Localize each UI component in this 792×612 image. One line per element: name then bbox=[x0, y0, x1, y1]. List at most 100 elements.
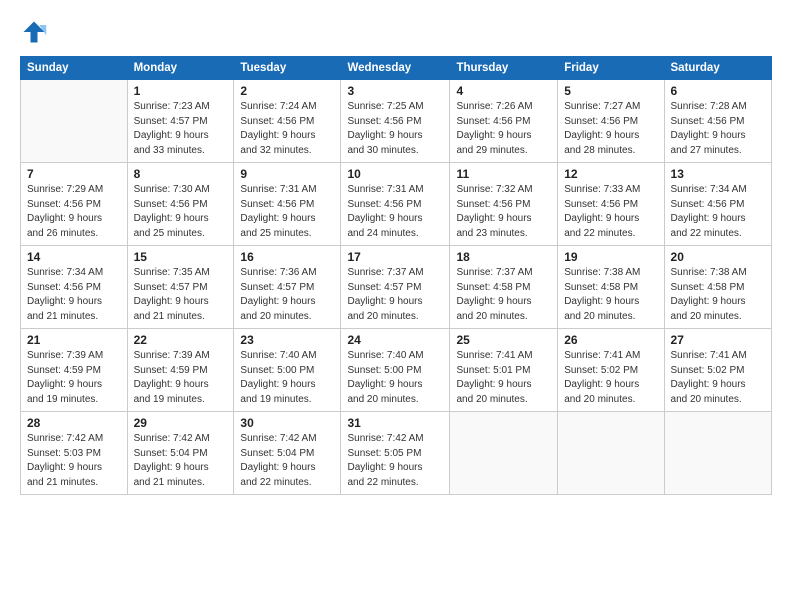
week-row-3: 14Sunrise: 7:34 AM Sunset: 4:56 PM Dayli… bbox=[21, 246, 772, 329]
day-number: 11 bbox=[456, 167, 551, 181]
calendar-cell bbox=[450, 412, 558, 495]
calendar-cell: 21 Sunrise: 7:39 AM Sunset: 4:59 PM Dayli… bbox=[21, 329, 128, 412]
day-info: Sunrise: 7:39 AM Sunset: 4:59 PM Dayligh… bbox=[27, 349, 121, 407]
calendar-table: SundayMondayTuesdayWednesdayThursdayFrid… bbox=[20, 56, 772, 495]
calendar-cell: 12 Sunrise: 7:33 AM Sunset: 4:56 PM Dayli… bbox=[558, 163, 664, 246]
day-info: Sunrise: 7:40 AM Sunset: 5:00 PM Dayligh… bbox=[240, 349, 334, 407]
day-number: 6 bbox=[671, 84, 765, 98]
day-info: Sunrise: 7:42 AM Sunset: 5:03 PM Dayligh… bbox=[27, 432, 121, 490]
day-info: Sunrise: 7:40 AM Sunset: 5:00 PM Dayligh… bbox=[347, 349, 443, 407]
day-number: 25 bbox=[456, 333, 551, 347]
calendar-cell: 18 Sunrise: 7:37 AM Sunset: 4:58 PM Dayli… bbox=[450, 246, 558, 329]
week-row-1: 1Sunrise: 7:23 AM Sunset: 4:57 PM Daylig… bbox=[21, 80, 772, 163]
day-number: 5 bbox=[564, 84, 657, 98]
day-number: 20 bbox=[671, 250, 765, 264]
col-header-wednesday: Wednesday bbox=[341, 57, 450, 80]
calendar-cell: 14Sunrise: 7:34 AM Sunset: 4:56 PM Dayli… bbox=[21, 246, 128, 329]
week-row-2: 7 Sunrise: 7:29 AM Sunset: 4:56 PM Daylig… bbox=[21, 163, 772, 246]
day-number: 17 bbox=[347, 250, 443, 264]
day-number: 21 bbox=[27, 333, 121, 347]
day-info: Sunrise: 7:42 AM Sunset: 5:04 PM Dayligh… bbox=[240, 432, 334, 490]
day-info: Sunrise: 7:23 AM Sunset: 4:57 PM Dayligh… bbox=[134, 100, 228, 158]
logo bbox=[20, 18, 52, 46]
calendar-cell: 6 Sunrise: 7:28 AM Sunset: 4:56 PM Daylig… bbox=[664, 80, 771, 163]
calendar-cell: 20 Sunrise: 7:38 AM Sunset: 4:58 PM Dayli… bbox=[664, 246, 771, 329]
day-number: 10 bbox=[347, 167, 443, 181]
page: SundayMondayTuesdayWednesdayThursdayFrid… bbox=[0, 0, 792, 612]
day-info: Sunrise: 7:26 AM Sunset: 4:56 PM Dayligh… bbox=[456, 100, 551, 158]
calendar-cell bbox=[664, 412, 771, 495]
day-info: Sunrise: 7:41 AM Sunset: 5:01 PM Dayligh… bbox=[456, 349, 551, 407]
day-info: Sunrise: 7:27 AM Sunset: 4:56 PM Dayligh… bbox=[564, 100, 657, 158]
col-header-thursday: Thursday bbox=[450, 57, 558, 80]
day-number: 26 bbox=[564, 333, 657, 347]
calendar-cell: 27 Sunrise: 7:41 AM Sunset: 5:02 PM Dayli… bbox=[664, 329, 771, 412]
calendar-cell: 1Sunrise: 7:23 AM Sunset: 4:57 PM Daylig… bbox=[127, 80, 234, 163]
day-info: Sunrise: 7:42 AM Sunset: 5:04 PM Dayligh… bbox=[134, 432, 228, 490]
calendar-cell: 5 Sunrise: 7:27 AM Sunset: 4:56 PM Daylig… bbox=[558, 80, 664, 163]
calendar-cell: 7 Sunrise: 7:29 AM Sunset: 4:56 PM Daylig… bbox=[21, 163, 128, 246]
day-number: 14 bbox=[27, 250, 121, 264]
day-info: Sunrise: 7:33 AM Sunset: 4:56 PM Dayligh… bbox=[564, 183, 657, 241]
day-info: Sunrise: 7:30 AM Sunset: 4:56 PM Dayligh… bbox=[134, 183, 228, 241]
day-info: Sunrise: 7:41 AM Sunset: 5:02 PM Dayligh… bbox=[671, 349, 765, 407]
calendar-cell: 8 Sunrise: 7:30 AM Sunset: 4:56 PM Daylig… bbox=[127, 163, 234, 246]
day-number: 27 bbox=[671, 333, 765, 347]
col-header-friday: Friday bbox=[558, 57, 664, 80]
calendar-cell: 25 Sunrise: 7:41 AM Sunset: 5:01 PM Dayli… bbox=[450, 329, 558, 412]
day-info: Sunrise: 7:38 AM Sunset: 4:58 PM Dayligh… bbox=[564, 266, 657, 324]
calendar-cell: 23 Sunrise: 7:40 AM Sunset: 5:00 PM Dayli… bbox=[234, 329, 341, 412]
day-info: Sunrise: 7:34 AM Sunset: 4:56 PM Dayligh… bbox=[671, 183, 765, 241]
calendar-cell: 19 Sunrise: 7:38 AM Sunset: 4:58 PM Dayli… bbox=[558, 246, 664, 329]
calendar-cell: 15 Sunrise: 7:35 AM Sunset: 4:57 PM Dayli… bbox=[127, 246, 234, 329]
day-number: 13 bbox=[671, 167, 765, 181]
day-number: 8 bbox=[134, 167, 228, 181]
day-info: Sunrise: 7:37 AM Sunset: 4:58 PM Dayligh… bbox=[456, 266, 551, 324]
day-info: Sunrise: 7:28 AM Sunset: 4:56 PM Dayligh… bbox=[671, 100, 765, 158]
day-number: 3 bbox=[347, 84, 443, 98]
day-number: 12 bbox=[564, 167, 657, 181]
day-info: Sunrise: 7:42 AM Sunset: 5:05 PM Dayligh… bbox=[347, 432, 443, 490]
week-row-4: 21 Sunrise: 7:39 AM Sunset: 4:59 PM Dayli… bbox=[21, 329, 772, 412]
day-number: 31 bbox=[347, 416, 443, 430]
day-info: Sunrise: 7:24 AM Sunset: 4:56 PM Dayligh… bbox=[240, 100, 334, 158]
day-info: Sunrise: 7:36 AM Sunset: 4:57 PM Dayligh… bbox=[240, 266, 334, 324]
calendar-cell: 11 Sunrise: 7:32 AM Sunset: 4:56 PM Dayli… bbox=[450, 163, 558, 246]
day-info: Sunrise: 7:35 AM Sunset: 4:57 PM Dayligh… bbox=[134, 266, 228, 324]
calendar-cell: 9Sunrise: 7:31 AM Sunset: 4:56 PM Daylig… bbox=[234, 163, 341, 246]
day-number: 24 bbox=[347, 333, 443, 347]
calendar-cell: 24 Sunrise: 7:40 AM Sunset: 5:00 PM Dayli… bbox=[341, 329, 450, 412]
header bbox=[20, 18, 772, 46]
calendar-cell bbox=[21, 80, 128, 163]
calendar-cell: 22Sunrise: 7:39 AM Sunset: 4:59 PM Dayli… bbox=[127, 329, 234, 412]
calendar-cell: 26 Sunrise: 7:41 AM Sunset: 5:02 PM Dayli… bbox=[558, 329, 664, 412]
calendar-cell: 2 Sunrise: 7:24 AM Sunset: 4:56 PM Daylig… bbox=[234, 80, 341, 163]
week-row-5: 28 Sunrise: 7:42 AM Sunset: 5:03 PM Dayli… bbox=[21, 412, 772, 495]
calendar-cell: 31 Sunrise: 7:42 AM Sunset: 5:05 PM Dayli… bbox=[341, 412, 450, 495]
day-number: 22 bbox=[134, 333, 228, 347]
day-info: Sunrise: 7:29 AM Sunset: 4:56 PM Dayligh… bbox=[27, 183, 121, 241]
calendar-cell: 30 Sunrise: 7:42 AM Sunset: 5:04 PM Dayli… bbox=[234, 412, 341, 495]
calendar-cell: 13 Sunrise: 7:34 AM Sunset: 4:56 PM Dayli… bbox=[664, 163, 771, 246]
calendar-cell: 28 Sunrise: 7:42 AM Sunset: 5:03 PM Dayli… bbox=[21, 412, 128, 495]
day-number: 7 bbox=[27, 167, 121, 181]
day-number: 15 bbox=[134, 250, 228, 264]
day-info: Sunrise: 7:41 AM Sunset: 5:02 PM Dayligh… bbox=[564, 349, 657, 407]
day-info: Sunrise: 7:25 AM Sunset: 4:56 PM Dayligh… bbox=[347, 100, 443, 158]
day-number: 18 bbox=[456, 250, 551, 264]
day-number: 19 bbox=[564, 250, 657, 264]
day-info: Sunrise: 7:38 AM Sunset: 4:58 PM Dayligh… bbox=[671, 266, 765, 324]
col-header-tuesday: Tuesday bbox=[234, 57, 341, 80]
day-number: 23 bbox=[240, 333, 334, 347]
calendar-cell: 10Sunrise: 7:31 AM Sunset: 4:56 PM Dayli… bbox=[341, 163, 450, 246]
calendar-cell: 29Sunrise: 7:42 AM Sunset: 5:04 PM Dayli… bbox=[127, 412, 234, 495]
day-number: 2 bbox=[240, 84, 334, 98]
day-number: 30 bbox=[240, 416, 334, 430]
calendar-cell: 3 Sunrise: 7:25 AM Sunset: 4:56 PM Daylig… bbox=[341, 80, 450, 163]
day-number: 28 bbox=[27, 416, 121, 430]
day-info: Sunrise: 7:32 AM Sunset: 4:56 PM Dayligh… bbox=[456, 183, 551, 241]
day-info: Sunrise: 7:31 AM Sunset: 4:56 PM Dayligh… bbox=[240, 183, 334, 241]
col-header-sunday: Sunday bbox=[21, 57, 128, 80]
day-info: Sunrise: 7:37 AM Sunset: 4:57 PM Dayligh… bbox=[347, 266, 443, 324]
calendar-cell: 16Sunrise: 7:36 AM Sunset: 4:57 PM Dayli… bbox=[234, 246, 341, 329]
